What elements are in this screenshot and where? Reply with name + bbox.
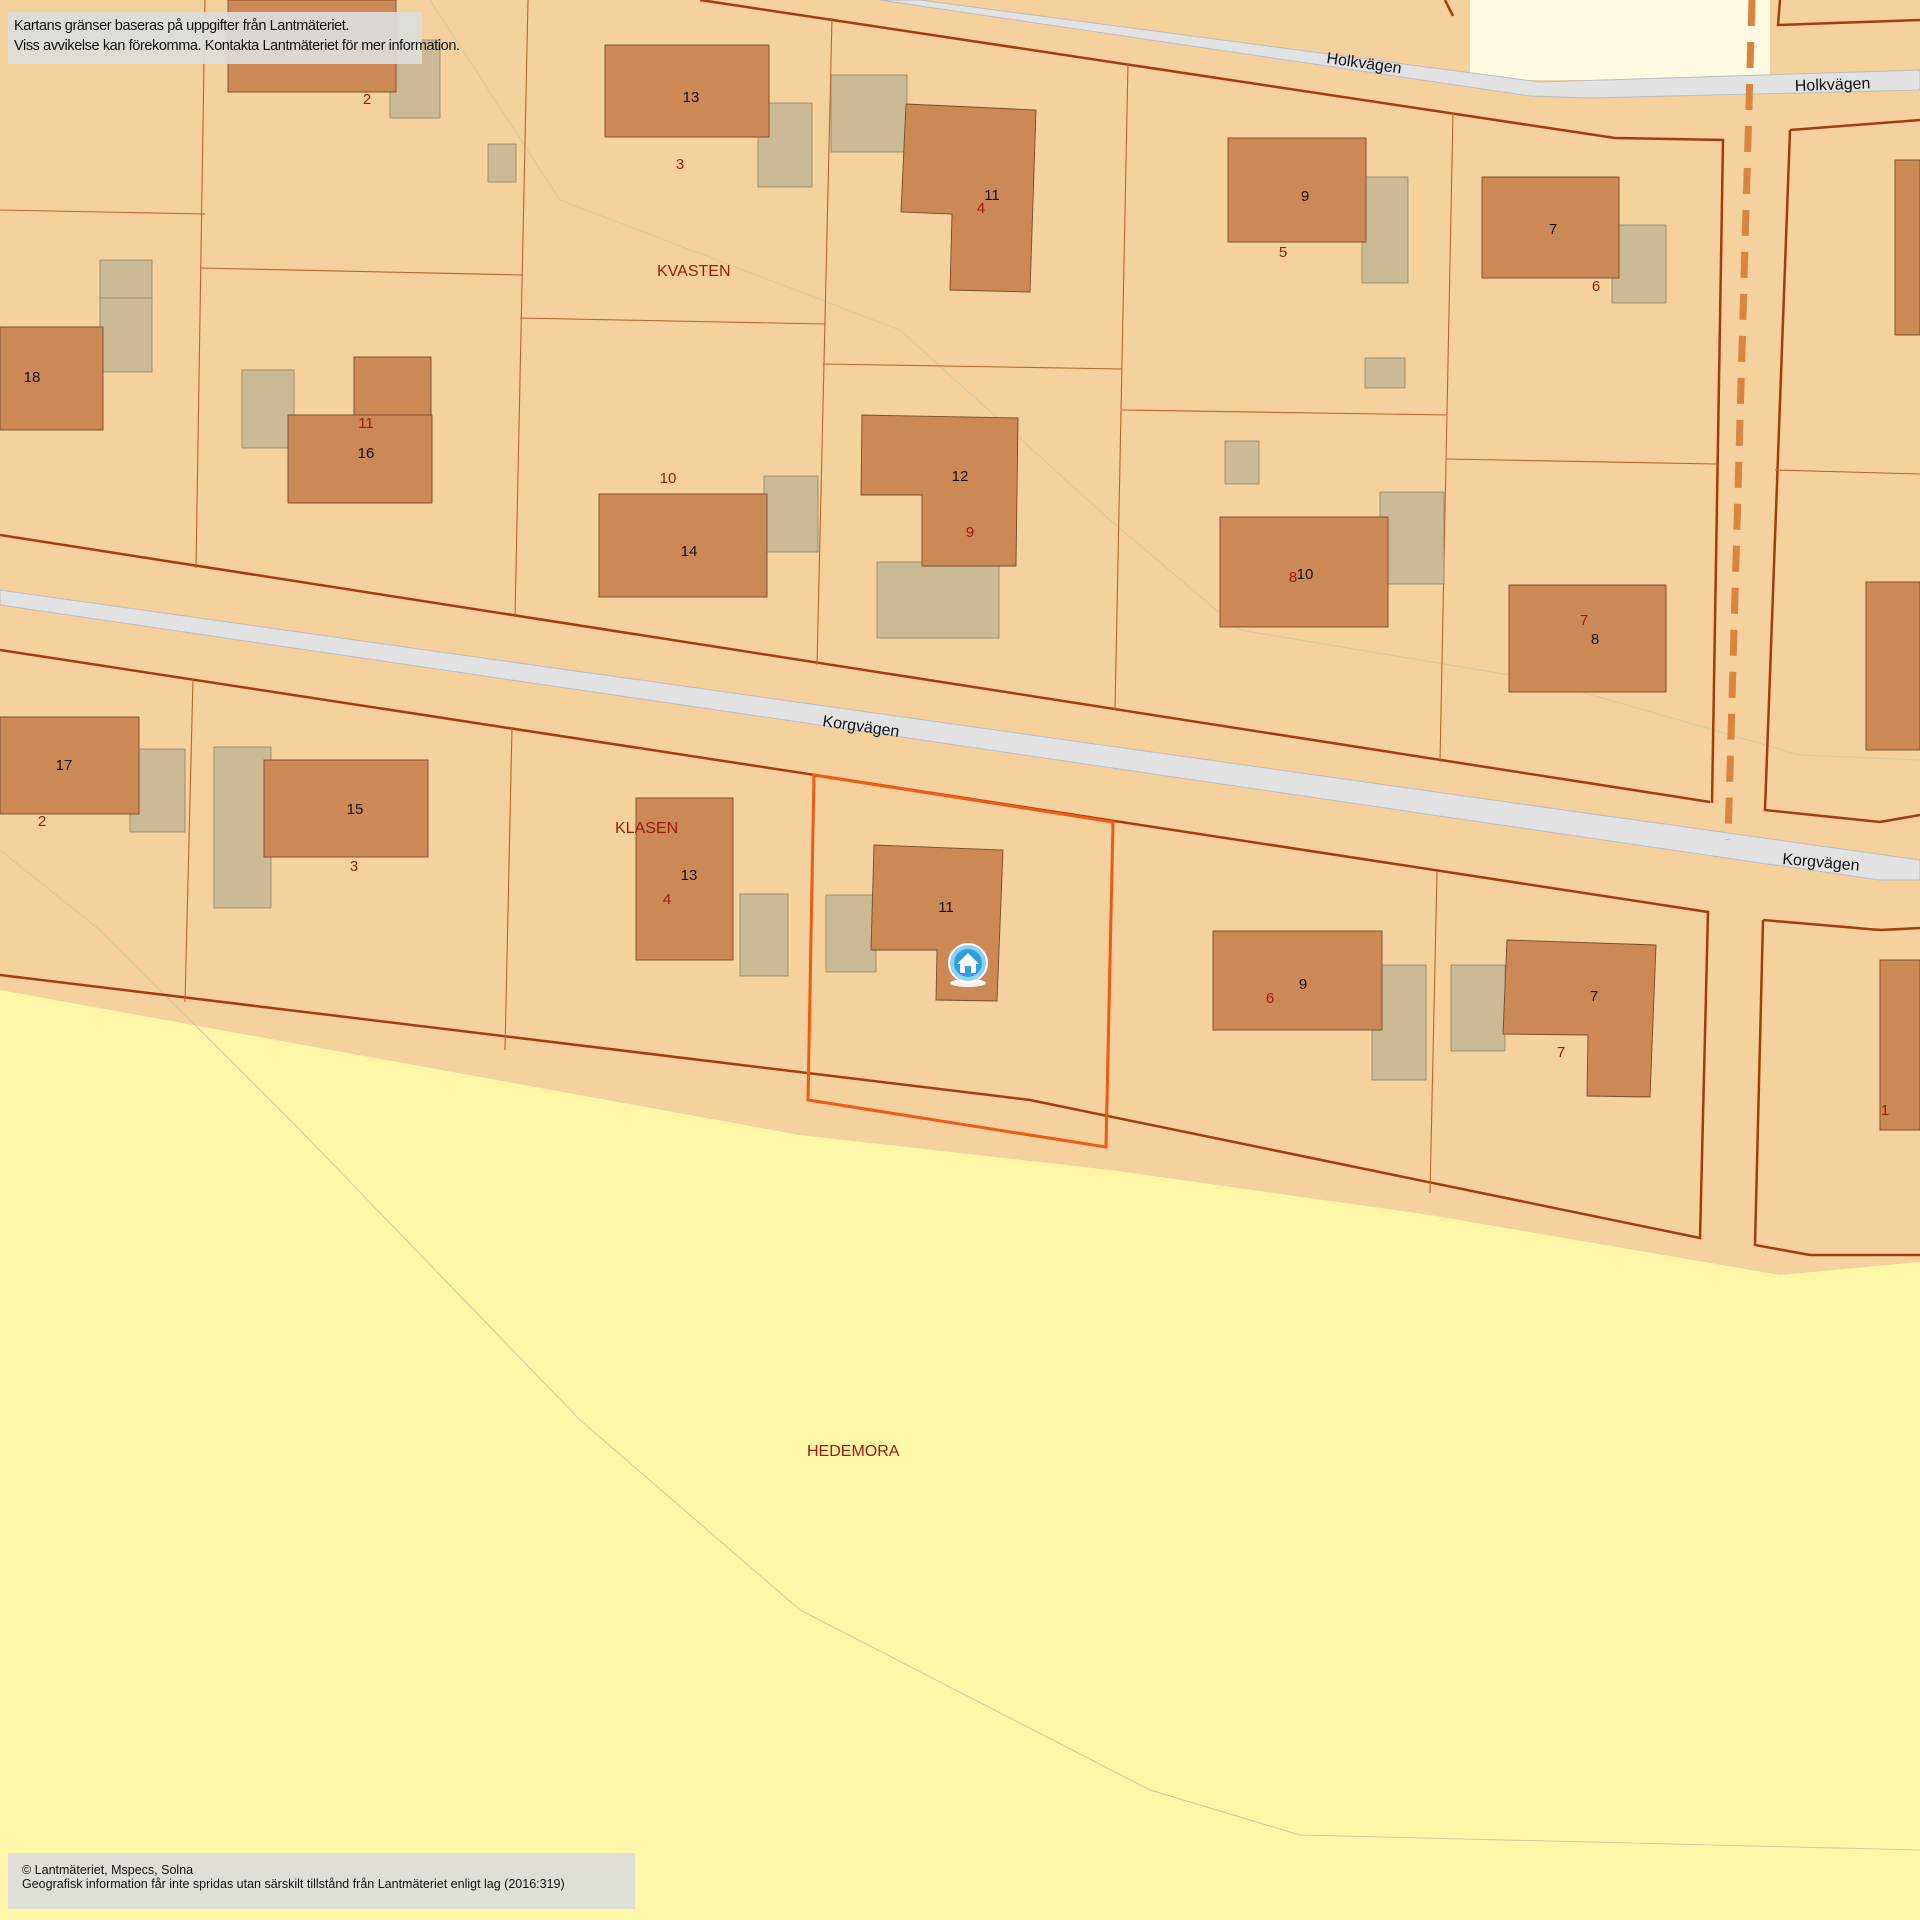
house-number-label: 9 — [1299, 976, 1307, 993]
parcel-number-label: 3 — [676, 156, 684, 173]
house-number-label: 8 — [1591, 631, 1599, 648]
copyright-notice: © Lantmäteriet, Mspecs, Solna Geografisk… — [8, 1853, 635, 1909]
house-number-label: 11 — [938, 899, 954, 916]
boundary-disclaimer: Kartans gränser baseras på uppgifter frå… — [8, 12, 460, 64]
area-label-klasen: KLASEN — [615, 820, 678, 837]
house-number-label: 9 — [1301, 188, 1309, 205]
parcel-number-label: 9 — [966, 524, 974, 541]
house-number-label: 10 — [1297, 566, 1314, 583]
disclaimer-line-2: Viss avvikelse kan förekomma. Kontakta L… — [14, 38, 460, 54]
parcel-number-label: 1 — [1881, 1102, 1889, 1119]
copyright-line-1: © Lantmäteriet, Mspecs, Solna — [22, 1863, 194, 1877]
house-number-label: 12 — [952, 468, 969, 485]
house-number-label: 7 — [1590, 988, 1598, 1005]
copyright-line-2: Geografisk information får inte spridas … — [22, 1877, 565, 1891]
house-number-label: 13 — [681, 867, 698, 884]
parcel-number-label: 8 — [1289, 569, 1297, 586]
house-number-label: 18 — [24, 369, 41, 386]
parcel-number-label: 3 — [350, 858, 358, 875]
parcel-number-label: 4 — [663, 891, 671, 908]
disclaimer-line-1: Kartans gränser baseras på uppgifter frå… — [14, 18, 350, 34]
home-marker-icon[interactable] — [948, 943, 988, 987]
parcel-number-label: 11 — [358, 415, 374, 432]
parcel-number-label: 5 — [1279, 244, 1287, 261]
area-label-hedemora: HEDEMORA — [807, 1443, 900, 1460]
field-hedemora — [0, 990, 1920, 1920]
parcel-number-label: 7 — [1580, 612, 1588, 629]
parcel-number-label: 2 — [363, 91, 371, 108]
house-number-label: 16 — [358, 445, 375, 462]
property-map[interactable]: Holkvägen Holkvägen Korgvägen Korgvägen … — [0, 0, 1920, 1920]
house-number-label: 7 — [1549, 221, 1557, 238]
area-label-kvasten: KVASTEN — [657, 263, 731, 280]
street-label-holkvagen-1: Holkvägen — [1325, 50, 1402, 77]
house-number-label: 15 — [347, 801, 364, 818]
parcel-number-label: 2 — [38, 813, 46, 830]
parcel-number-label: 7 — [1557, 1044, 1565, 1061]
street-label-holkvagen-2: Holkvägen — [1795, 75, 1871, 95]
parcel-number-label: 4 — [977, 200, 985, 217]
house-number-label: 11 — [984, 187, 1000, 204]
house-number-label: 17 — [56, 757, 73, 774]
house-number-label: 13 — [683, 89, 700, 106]
parcel-number-label: 10 — [660, 470, 677, 487]
house-number-label: 14 — [681, 543, 698, 560]
parcel-number-label: 6 — [1592, 278, 1600, 295]
parcel-number-label: 6 — [1266, 990, 1274, 1007]
